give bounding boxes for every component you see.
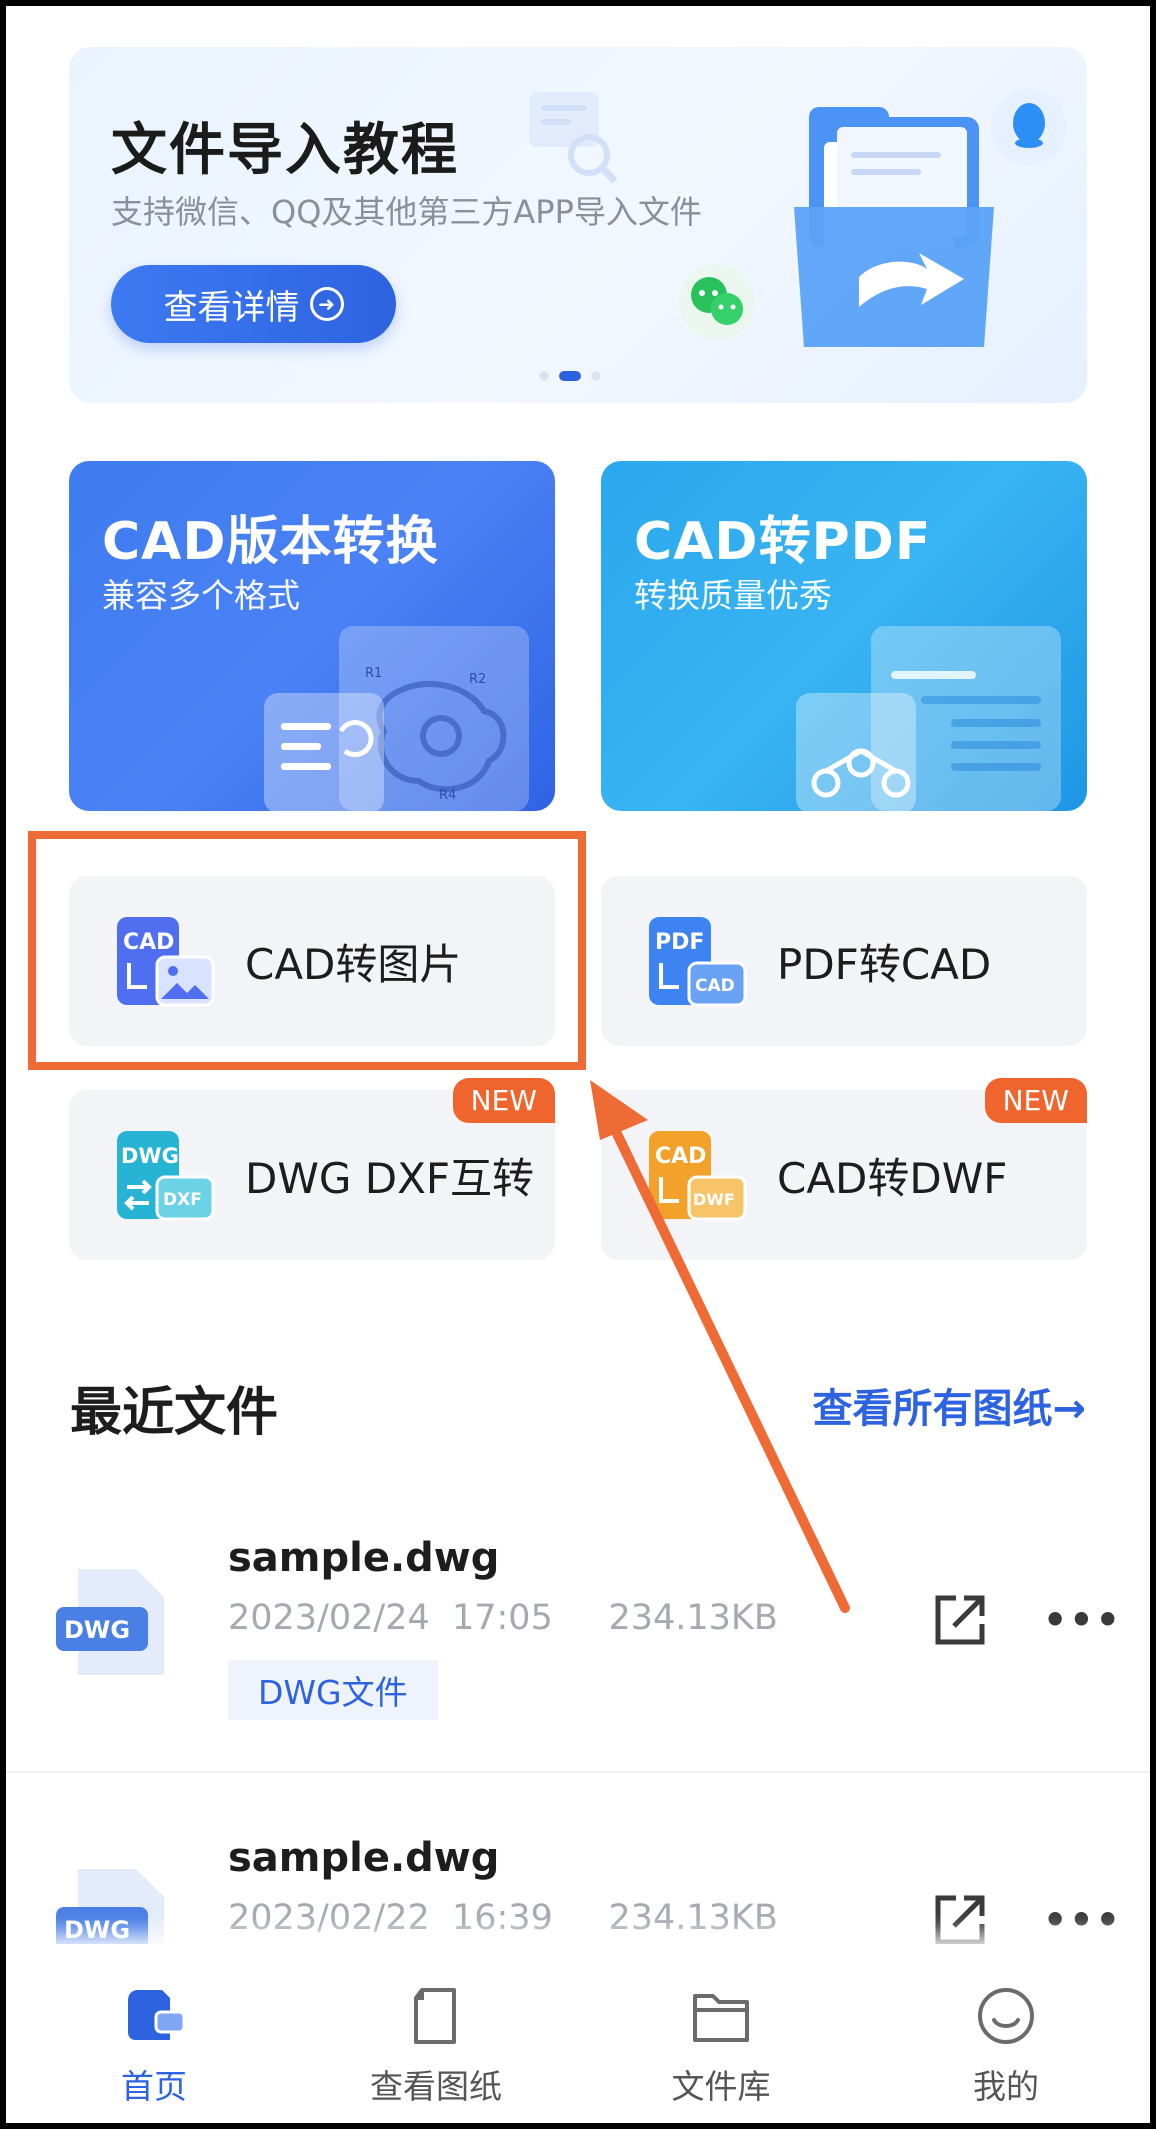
drawing-icon: [414, 1988, 456, 2044]
cad-to-dwf-icon: CAD DWF: [649, 1131, 747, 1221]
divider: [6, 1771, 1150, 1773]
cad-version-convert-card[interactable]: R1 R2 R4 CAD版本转换 兼容多个格式: [69, 461, 555, 811]
share-icon[interactable]: [930, 1590, 990, 1650]
new-badge: NEW: [452, 1078, 555, 1123]
pdf-to-cad-tool[interactable]: PDF CAD PDF转CAD: [601, 876, 1087, 1046]
carousel-dot-active[interactable]: [559, 371, 581, 381]
arrow-right-circle-icon: ➜: [309, 287, 344, 321]
nav-item-view-drawings[interactable]: 查看图纸: [336, 1986, 536, 2108]
folder-icon: [693, 1994, 749, 2042]
see-all-drawings-link[interactable]: 查看所有图纸→: [812, 1376, 1086, 1434]
carousel-dot[interactable]: [539, 371, 549, 381]
card-subtitle: 转换质量优秀: [634, 576, 832, 615]
cad-to-dwf-tool[interactable]: NEW CAD DWF CAD转DWF: [601, 1078, 1087, 1260]
card-subtitle: 兼容多个格式: [102, 576, 300, 615]
file-meta: 2023/02/24 17:05 234.13KB: [228, 1598, 778, 1638]
svg-text:DWG: DWG: [64, 1916, 130, 1944]
file-meta: 2023/02/22 16:39 234.13KB: [228, 1898, 778, 1938]
svg-text:CAD: CAD: [695, 976, 735, 996]
new-badge: NEW: [984, 1078, 1087, 1123]
svg-text:PDF: PDF: [655, 930, 704, 955]
tool-label: CAD转DWF: [777, 1153, 1008, 1203]
nav-label: 首页: [121, 2067, 187, 2106]
carousel-dot[interactable]: [591, 371, 601, 381]
import-tutorial-banner[interactable]: 文件导入教程 支持微信、QQ及其他第三方APP导入文件 查看详情 ➜: [69, 47, 1087, 403]
home-icon: [128, 1990, 186, 2040]
more-options-icon[interactable]: •••: [1043, 1898, 1122, 1942]
dwg-dxf-icon: DWG DXF: [117, 1131, 215, 1221]
svg-text:R2: R2: [469, 672, 486, 687]
dwg-dxf-convert-tool[interactable]: NEW DWG DXF DWG DXF互转: [69, 1078, 555, 1260]
carousel-indicator: [539, 371, 601, 381]
profile-icon: [978, 1988, 1034, 2044]
tool-label: PDF转CAD: [777, 939, 992, 989]
view-details-label: 查看详情: [163, 287, 300, 328]
card-title: CAD转PDF: [634, 512, 932, 572]
nav-item-home[interactable]: 首页: [54, 1986, 254, 2108]
file-row[interactable]: DWG sample.dwg 2023/02/24 17:05 234.13KB…: [0, 1520, 1156, 1770]
dwg-file-icon: DWG: [56, 1569, 164, 1675]
highlight-box: [28, 831, 586, 1070]
svg-text:DWF: DWF: [693, 1190, 735, 1209]
nav-label: 文件库: [671, 2067, 771, 2106]
share-icon[interactable]: [930, 1890, 990, 1950]
nav-item-file-library[interactable]: 文件库: [621, 1986, 821, 2108]
more-options-icon[interactable]: •••: [1043, 1598, 1122, 1642]
view-details-button[interactable]: 查看详情 ➜: [111, 265, 396, 343]
svg-text:DXF: DXF: [163, 1190, 202, 1210]
svg-text:DWG: DWG: [121, 1144, 179, 1168]
nav-label: 查看图纸: [370, 2067, 502, 2106]
cad-to-pdf-card[interactable]: CAD转PDF 转换质量优秀: [601, 461, 1087, 811]
card-title: CAD版本转换: [102, 512, 439, 572]
svg-text:R1: R1: [365, 666, 382, 681]
svg-text:DWG: DWG: [64, 1616, 130, 1644]
nav-item-profile[interactable]: 我的: [906, 1986, 1106, 2108]
banner-title: 文件导入教程: [111, 118, 459, 183]
file-name: sample.dwg: [228, 1535, 500, 1581]
file-name: sample.dwg: [228, 1835, 500, 1881]
nav-label: 我的: [973, 2067, 1039, 2106]
svg-text:CAD: CAD: [655, 1144, 706, 1169]
bottom-navigation: 首页 查看图纸 文件库 我的: [6, 1944, 1150, 2123]
file-type-tag: DWG文件: [228, 1660, 438, 1720]
banner-subtitle: 支持微信、QQ及其他第三方APP导入文件: [111, 193, 702, 231]
recent-files-title: 最近文件: [70, 1383, 279, 1443]
pdf-to-cad-icon: PDF CAD: [649, 917, 747, 1007]
tool-label: DWG DXF互转: [245, 1153, 535, 1203]
